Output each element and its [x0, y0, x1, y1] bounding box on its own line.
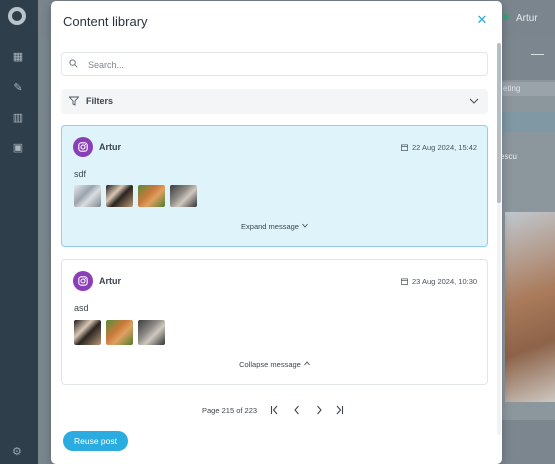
background-tab[interactable]: eting — [500, 82, 555, 96]
previous-page-icon[interactable] — [291, 403, 303, 417]
chevron-down-icon — [302, 223, 308, 228]
last-page-icon[interactable] — [333, 403, 345, 417]
background-text: escu — [500, 152, 517, 161]
analytics-icon[interactable]: ▥ — [12, 113, 24, 124]
post-date: 23 Aug 2024, 10:30 — [401, 277, 477, 286]
minimize-icon[interactable]: — — [531, 46, 544, 61]
post-author: Artur — [99, 142, 121, 152]
post-date-text: 22 Aug 2024, 15:42 — [412, 143, 478, 152]
background-band — [500, 112, 555, 132]
calendar-icon[interactable]: ▦ — [12, 52, 24, 63]
edit-icon[interactable]: ✎ — [12, 83, 24, 94]
close-icon[interactable]: ✕ — [475, 13, 489, 27]
image-icon[interactable]: ▣ — [12, 143, 24, 154]
page-indicator: Page 215 of 223 — [202, 406, 258, 415]
post-date-text: 23 Aug 2024, 10:30 — [412, 277, 478, 286]
content-library-modal: Content library ✕ Filters Artur — [51, 1, 502, 464]
image-thumbnail[interactable] — [74, 185, 101, 207]
search-icon — [69, 59, 78, 68]
post-author: Artur — [99, 276, 121, 286]
instagram-avatar — [73, 137, 93, 157]
next-page-icon[interactable] — [313, 403, 325, 417]
calendar-icon — [401, 144, 408, 151]
image-thumbnail[interactable] — [138, 320, 165, 345]
post-card[interactable]: Artur 22 Aug 2024, 15:42 sdf Expand mess… — [61, 125, 488, 247]
search-box[interactable] — [61, 52, 488, 76]
search-input[interactable] — [86, 56, 485, 74]
instagram-icon — [78, 142, 88, 152]
filter-icon — [69, 96, 79, 106]
app-user-name[interactable]: Artur — [516, 13, 538, 24]
app-logo — [8, 7, 26, 25]
image-thumbnail[interactable] — [74, 320, 101, 345]
reuse-post-button[interactable]: Reuse post — [63, 431, 128, 451]
online-status-dot — [503, 14, 509, 20]
modal-title: Content library — [63, 14, 148, 29]
chevron-up-icon — [303, 361, 310, 366]
chevron-down-icon — [469, 98, 479, 104]
filters-label: Filters — [86, 96, 114, 106]
expand-message-button[interactable]: Expand message — [62, 222, 487, 231]
image-thumbnail[interactable] — [170, 185, 197, 207]
post-message: asd — [74, 303, 89, 313]
post-card[interactable]: Artur 23 Aug 2024, 10:30 asd Collapse me… — [61, 259, 488, 385]
app-sidebar: ▦ ✎ ▥ ▣ ⚙ — [0, 0, 38, 464]
calendar-icon — [401, 278, 408, 285]
instagram-icon — [78, 276, 88, 286]
instagram-avatar — [73, 271, 93, 291]
background-image — [505, 212, 555, 402]
image-thumbnail[interactable] — [138, 185, 165, 207]
post-date: 22 Aug 2024, 15:42 — [401, 143, 477, 152]
collapse-message-label: Collapse message — [239, 360, 301, 369]
filters-toggle[interactable]: Filters — [61, 89, 488, 114]
post-message: sdf — [74, 169, 87, 179]
collapse-message-button[interactable]: Collapse message — [62, 360, 487, 369]
image-thumbnail[interactable] — [106, 185, 133, 207]
expand-message-label: Expand message — [241, 222, 299, 231]
first-page-icon[interactable] — [269, 403, 281, 417]
gear-icon[interactable]: ⚙ — [12, 445, 22, 458]
image-thumbnail[interactable] — [106, 320, 133, 345]
scrollbar-thumb[interactable] — [497, 43, 501, 203]
